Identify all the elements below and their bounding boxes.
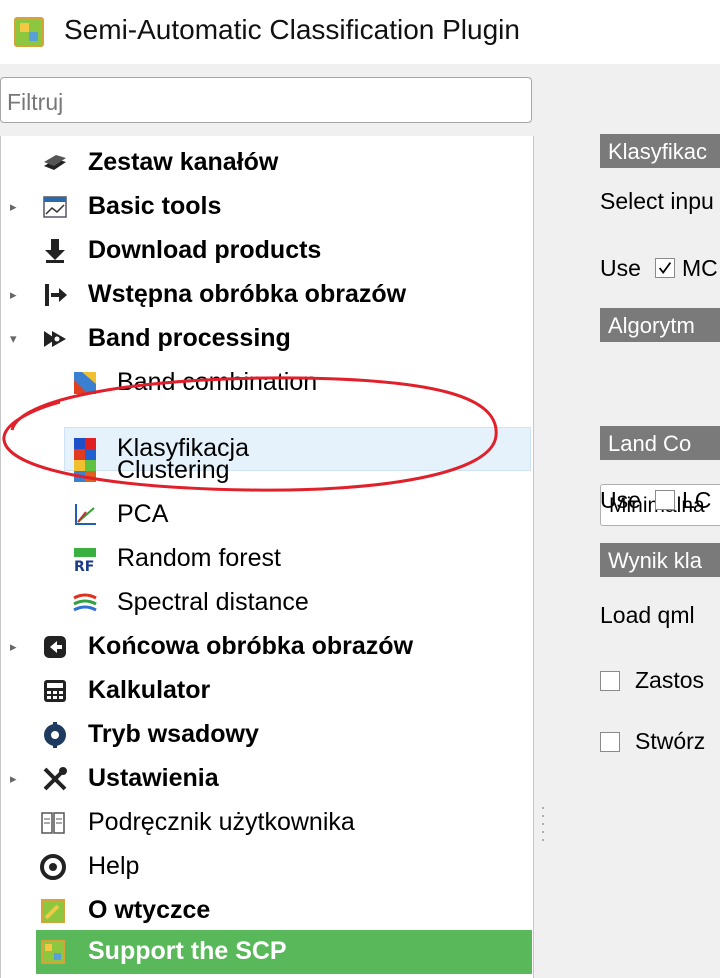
tree-item-label: Zestaw kanałów	[88, 148, 279, 176]
manual-icon	[41, 812, 65, 834]
spectral-distance-icon	[73, 593, 97, 612]
tree-item-label: Tryb wsadowy	[88, 720, 259, 748]
use-lc-checkbox[interactable]	[655, 490, 675, 510]
tree-item-support-scp[interactable]: Support the SCP	[0, 930, 532, 974]
use-mc-label: MC	[682, 255, 718, 281]
band-combination-icon	[74, 372, 96, 394]
help-icon	[40, 854, 66, 880]
tree-item-label: Ustawienia	[88, 764, 219, 792]
tree-item-label: O wtyczce	[88, 896, 211, 924]
algorithm-header: Algorytm	[600, 308, 720, 342]
create-checkbox[interactable]	[600, 732, 620, 752]
tree-item-label: Random forest	[117, 544, 281, 572]
clustering-icon	[74, 460, 96, 482]
tree-item-koncowa-obrobka[interactable]: ▸ Końcowa obróbka obrazów	[0, 625, 532, 669]
filter-input[interactable]: Filtruj	[0, 77, 532, 123]
result-header: Wynik kla	[600, 543, 720, 577]
tools-icon	[43, 767, 67, 791]
use-mc-prefix: Use	[600, 255, 641, 281]
tree-item-label: Końcowa obróbka obrazów	[88, 632, 414, 660]
chart-tools-icon	[43, 196, 67, 218]
create-label: Stwórz	[635, 728, 706, 754]
use-lc-label: LC	[682, 487, 712, 513]
collapse-arrow-icon[interactable]: ▾	[10, 331, 17, 347]
tree-item-clustering[interactable]: Clustering	[0, 449, 532, 493]
tree-item-label: Wstępna obróbka obrazów	[88, 280, 407, 308]
tree-item-pca[interactable]: PCA	[0, 493, 532, 537]
tree-item-label: Kalkulator	[88, 676, 211, 704]
load-qml-label: Load qml	[600, 602, 695, 628]
select-input-label: Select inpu	[600, 188, 714, 214]
scp-icon	[41, 940, 65, 964]
plugin-icon	[41, 899, 65, 923]
random-forest-icon: RF	[74, 548, 96, 572]
splitter-handle[interactable]	[540, 805, 546, 845]
tree-item-label: Basic tools	[88, 192, 222, 220]
title-bar: Semi-Automatic Classification Plugin	[0, 0, 720, 64]
use-mc-checkbox[interactable]	[655, 258, 675, 278]
expand-arrow-icon[interactable]: ▸	[10, 287, 17, 303]
scp-app-icon	[14, 17, 44, 47]
apply-checkbox[interactable]	[600, 671, 620, 691]
batch-gear-icon	[44, 722, 66, 748]
tree-item-wstepna-obrobka[interactable]: ▸ Wstępna obróbka obrazów	[0, 273, 532, 317]
expand-arrow-icon[interactable]: ▸	[10, 771, 17, 787]
tree-item-download-products[interactable]: Download products	[0, 229, 532, 273]
tree-item-label: Spectral distance	[117, 588, 309, 616]
tree-item-label: PCA	[117, 500, 169, 528]
tree-item-zestaw-kanalow[interactable]: Zestaw kanałów	[0, 141, 532, 185]
expand-arrow-icon[interactable]: ▸	[10, 199, 17, 215]
download-icon	[45, 239, 65, 263]
pca-icon	[75, 504, 96, 525]
tree-item-label: Help	[88, 852, 140, 880]
tree-item-basic-tools[interactable]: ▸ Basic tools	[0, 185, 532, 229]
tree-item-band-processing[interactable]: ▾ Band processing	[0, 317, 532, 361]
expand-arrow-icon[interactable]: ▸	[10, 639, 17, 655]
tree-item-label: Support the SCP	[88, 937, 287, 965]
tree-item-help[interactable]: Help	[0, 845, 532, 889]
tree-item-label: Band processing	[88, 324, 291, 352]
tree-item-ustawienia[interactable]: ▸ Ustawienia	[0, 757, 532, 801]
tree-item-label: Podręcznik użytkownika	[88, 808, 355, 836]
use-lc-prefix: Use	[600, 487, 641, 513]
band-processing-icon	[44, 331, 66, 347]
tree-item-label: Download products	[88, 236, 322, 264]
tree-item-band-combination[interactable]: Band combination	[0, 361, 532, 405]
tree-item-kalkulator[interactable]: Kalkulator	[0, 669, 532, 713]
window-title: Semi-Automatic Classification Plugin	[64, 14, 520, 45]
land-cover-header: Land Co	[600, 426, 720, 460]
tree-item-tryb-wsadowy[interactable]: Tryb wsadowy	[0, 713, 532, 757]
tree-item-spectral-distance[interactable]: Spectral distance	[0, 581, 532, 625]
calculator-icon	[44, 680, 66, 702]
tree-item-label: Clustering	[117, 456, 230, 484]
check-icon	[658, 262, 672, 274]
postprocessing-icon	[44, 636, 66, 658]
apply-label: Zastos	[635, 667, 705, 693]
layers-icon	[44, 155, 66, 170]
tree-item-podrecznik[interactable]: Podręcznik użytkownika	[0, 801, 532, 845]
svg-text:RF: RF	[74, 559, 94, 572]
tree-item-label: Band combination	[117, 368, 318, 396]
tree-item-o-wtyczce[interactable]: O wtyczce	[0, 889, 532, 933]
classification-header: Klasyfikac	[600, 134, 720, 168]
import-arrow-icon	[45, 284, 67, 306]
tree-item-random-forest[interactable]: RF Random forest	[0, 537, 532, 581]
